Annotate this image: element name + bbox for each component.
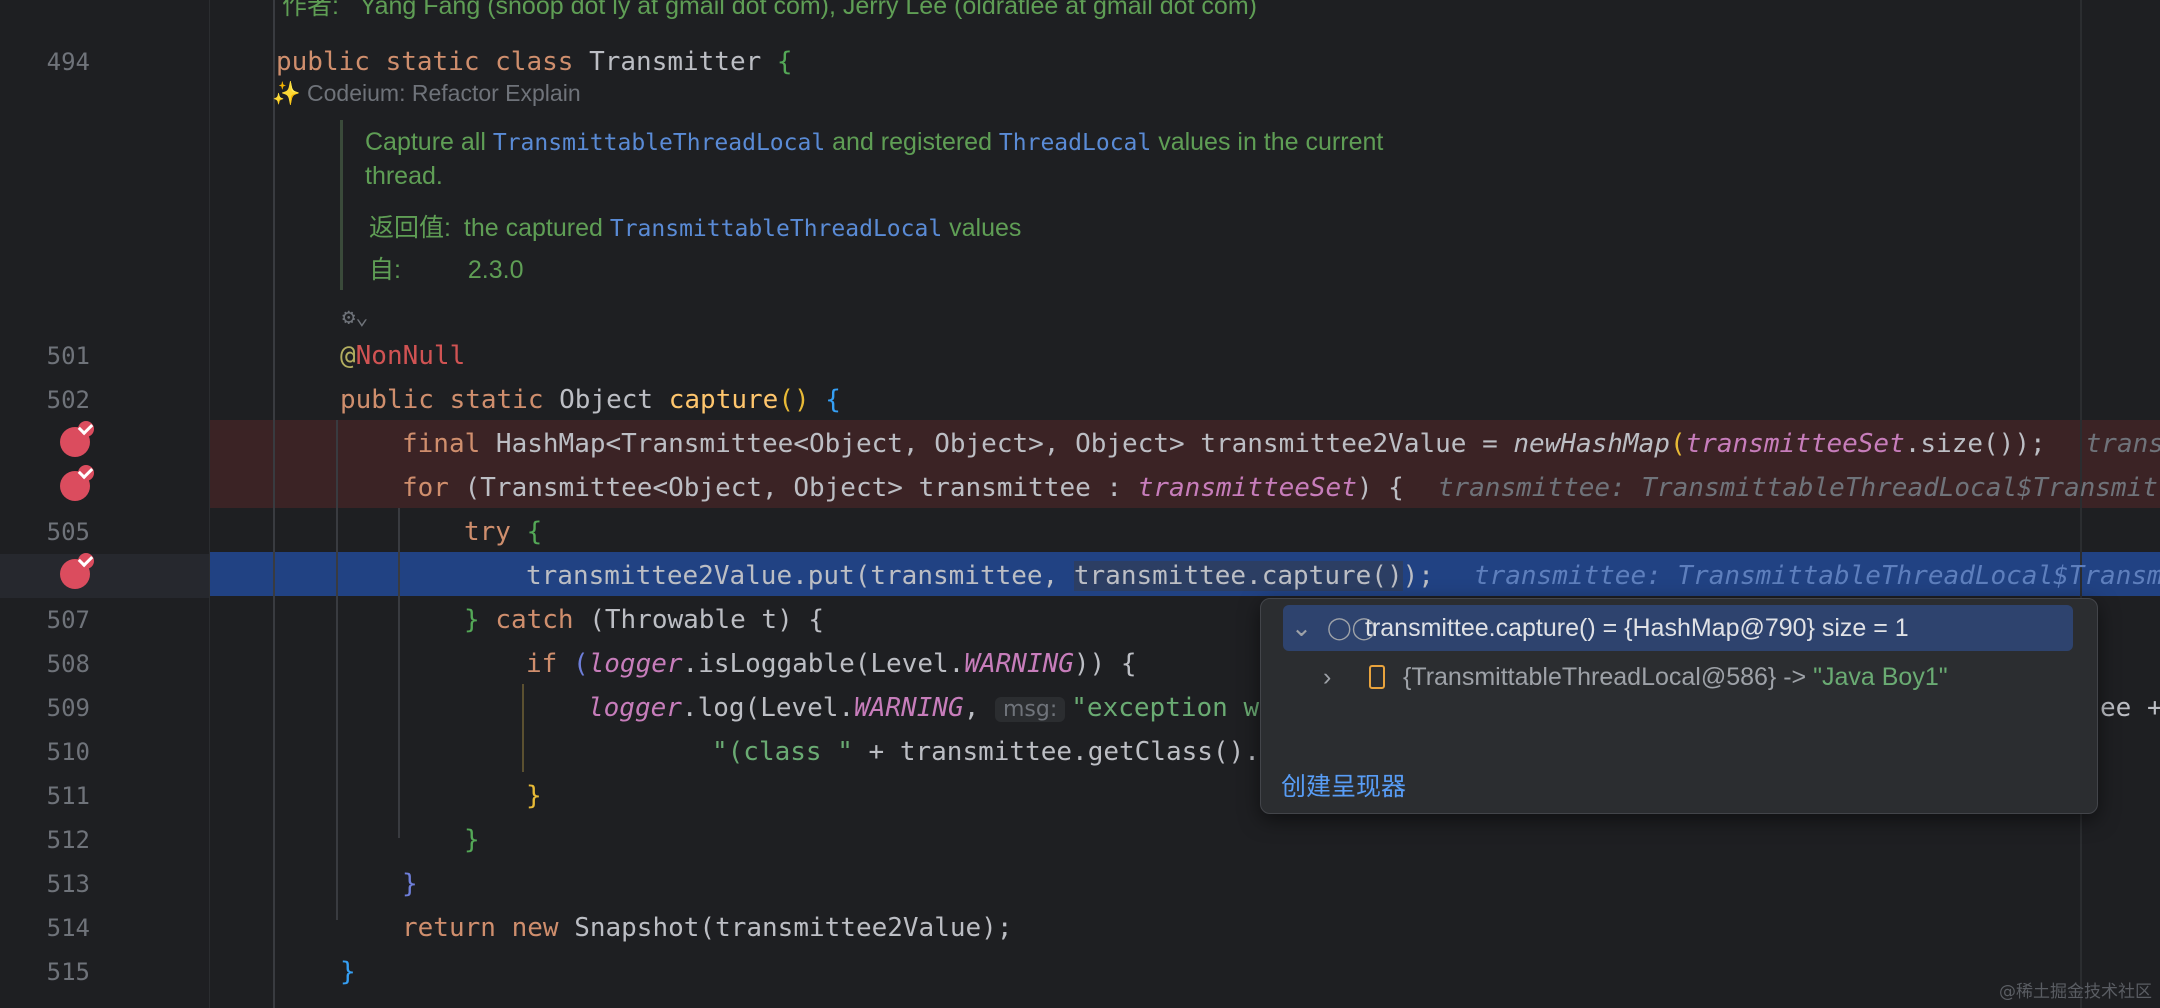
- create-renderer-link[interactable]: 创建呈现器: [1281, 767, 1406, 803]
- code-line-508: if (logger.isLoggable(Level.WARNING)) {: [526, 649, 1137, 679]
- map-entry-row[interactable]: › {TransmittableThreadLocal@586} -> "Jav…: [1283, 655, 2073, 699]
- breakpoint-icon[interactable]: [60, 421, 94, 457]
- code-line-502: public static Object capture() {: [340, 385, 841, 415]
- indent-guide: [398, 508, 400, 838]
- doc-link[interactable]: ThreadLocal: [999, 130, 1151, 156]
- line-number: 512: [46, 826, 90, 854]
- sparkle-icon: ✨: [272, 80, 301, 106]
- line-number: 507: [46, 606, 90, 634]
- breakpoint-icon[interactable]: [60, 553, 94, 589]
- param-hint: msg:: [995, 697, 1066, 722]
- code-line-503: final HashMap<Transmittee<Object, Object…: [402, 429, 2160, 459]
- line-number: 510: [46, 738, 90, 766]
- evaluation-expression: transmittee.capture() = {HashMap@790} si…: [1365, 614, 1909, 642]
- indent-guide: [273, 0, 275, 1008]
- code-line-509: logger.log(Level.WARNING, msg: "exception…: [588, 693, 1260, 723]
- line-number: 511: [46, 782, 90, 810]
- code-line-511: }: [526, 781, 542, 811]
- code-line-501: @NonNull: [340, 341, 466, 371]
- line-number: 501: [46, 342, 90, 370]
- line-number: 508: [46, 650, 90, 678]
- map-entry-value: "Java Boy1": [1813, 663, 1948, 691]
- code-line-507: } catch (Throwable t) {: [464, 605, 825, 635]
- doc-link[interactable]: TransmittableThreadLocal: [493, 130, 825, 156]
- code-line-514: return new Snapshot(transmittee2Value);: [402, 913, 1013, 943]
- rendered-javadoc: Capture all TransmittableThreadLocal and…: [340, 120, 1603, 290]
- chevron-right-icon[interactable]: ›: [1323, 655, 1331, 699]
- editor-gutter[interactable]: 494 501 502 505 507 508 509 510 511 512 …: [0, 0, 210, 1008]
- map-entry-key: {TransmittableThreadLocal@586} ->: [1403, 663, 1814, 691]
- line-number: 494: [46, 48, 90, 76]
- watermark: @稀土掘金技术社区: [1999, 982, 2152, 1002]
- codeium-code-lens[interactable]: ✨ Codeium: Refactor Explain: [272, 80, 581, 107]
- code-line-515: }: [340, 957, 356, 987]
- code-editor[interactable]: 作者: Yang Fang (snoop dot ly at gmail dot…: [210, 0, 2160, 1008]
- line-number: 502: [46, 386, 90, 414]
- line-number: 514: [46, 914, 90, 942]
- codeium-actions[interactable]: Codeium: Refactor Explain: [307, 80, 581, 106]
- line-number: 513: [46, 870, 90, 898]
- doc-link[interactable]: TransmittableThreadLocal: [610, 216, 942, 242]
- evaluation-result-row[interactable]: ⌄ ◯◯ transmittee.capture() = {HashMap@79…: [1283, 605, 2073, 651]
- debugger-evaluation-popup[interactable]: ⌄ ◯◯ transmittee.capture() = {HashMap@79…: [1260, 598, 2098, 814]
- code-line-509-tail: ee +: [2100, 693, 2160, 723]
- doc-comment-author: 作者: Yang Fang (snoop dot ly at gmail dot…: [282, 0, 1257, 20]
- code-line-513: }: [402, 869, 418, 899]
- code-line-506-execution-point: transmittee2Value.put(transmittee, trans…: [526, 561, 2160, 591]
- map-entry-icon: [1369, 665, 1385, 689]
- code-line-512: }: [464, 825, 480, 855]
- breakpoint-icon[interactable]: [60, 465, 94, 501]
- chevron-down-icon[interactable]: ⌄: [1291, 605, 1312, 651]
- current-line-gutter-highlight: [0, 554, 210, 598]
- code-line-510: "(class " + transmittee.getClass().: [712, 737, 1260, 767]
- indent-guide: [522, 684, 524, 772]
- code-line-494: public static class Transmitter {: [276, 47, 793, 77]
- line-number: 515: [46, 958, 90, 986]
- line-number: 509: [46, 694, 90, 722]
- code-line-505: try {: [464, 517, 543, 547]
- line-number: 505: [46, 518, 90, 546]
- code-line-504: for (Transmittee<Object, Object> transmi…: [402, 473, 2158, 503]
- indent-guide: [336, 420, 338, 920]
